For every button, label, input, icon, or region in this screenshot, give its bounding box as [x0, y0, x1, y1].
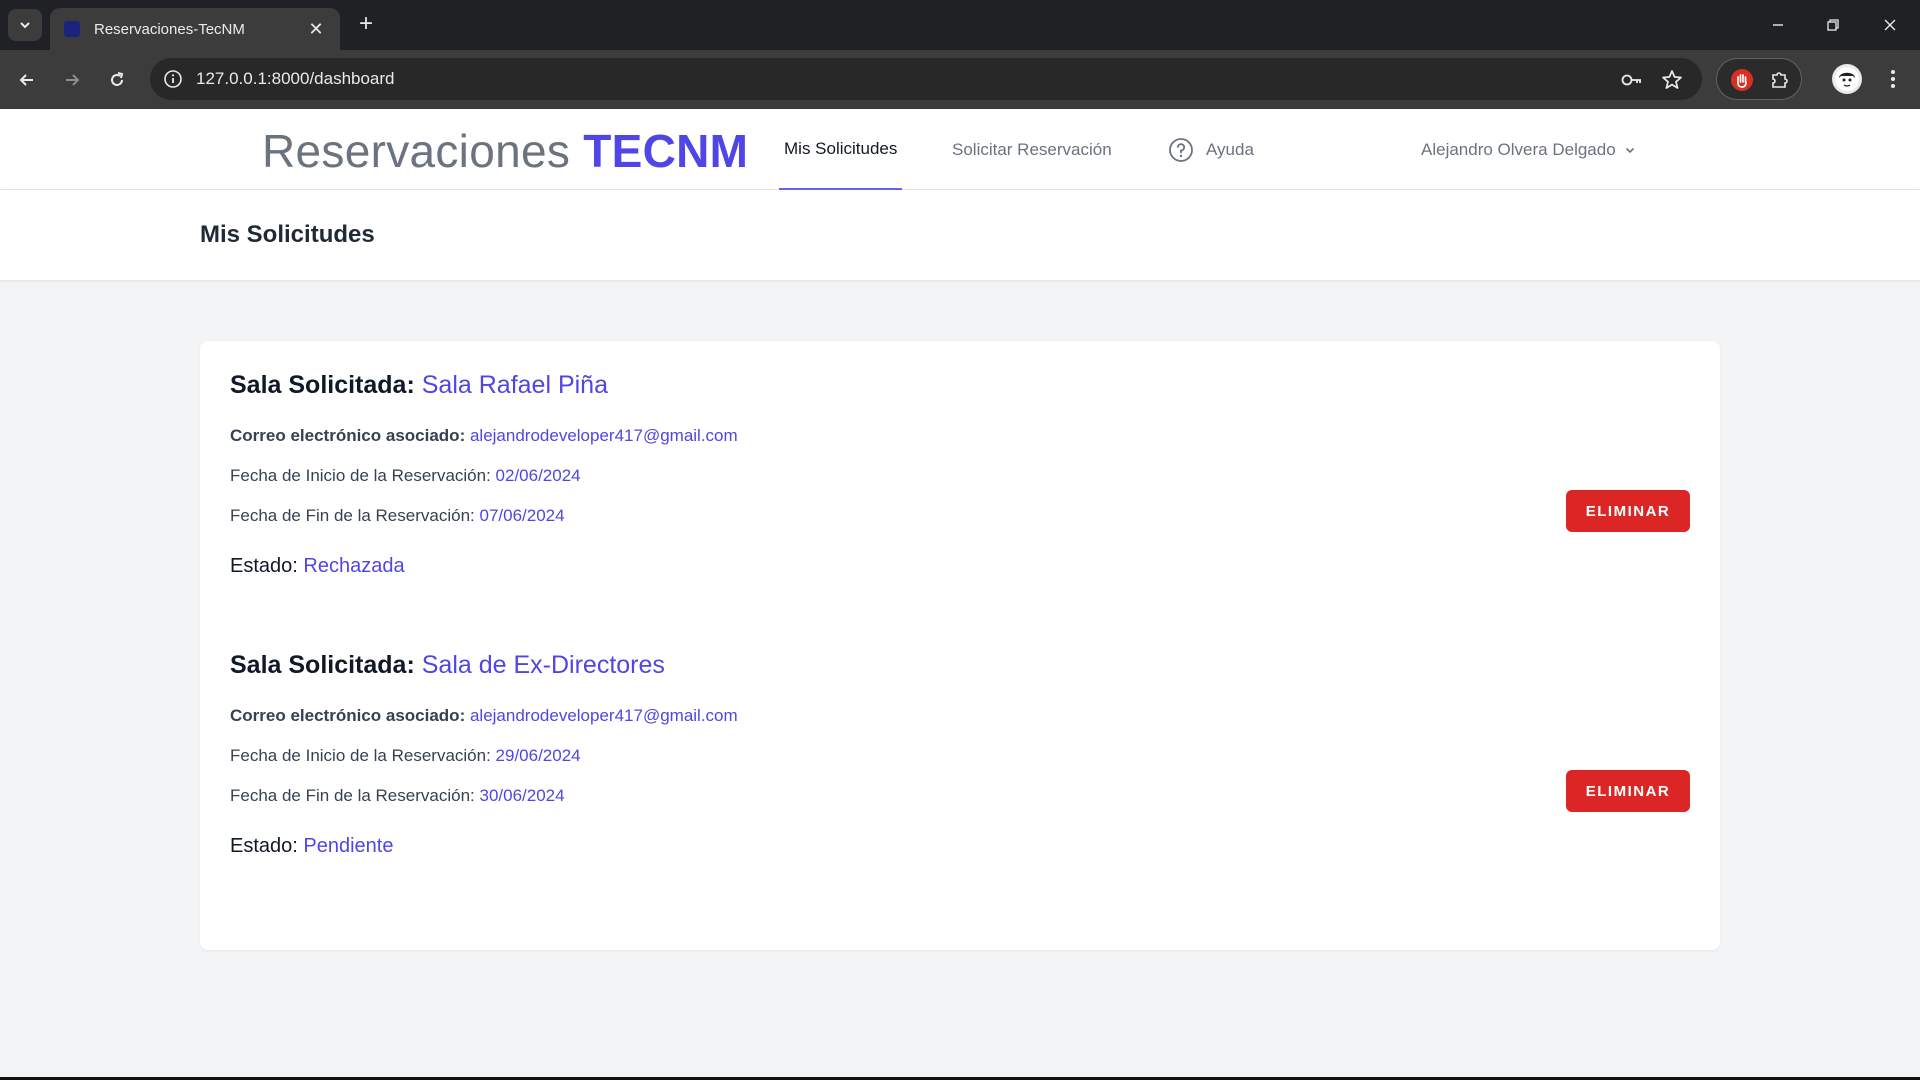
start-value: 02/06/2024: [495, 466, 581, 485]
profile-avatar-icon: [1835, 67, 1859, 91]
app-navbar: Reservaciones TECNM Mis Solicitudes Soli…: [0, 109, 1920, 190]
end-label: Fecha de Fin de la Reservación:: [230, 506, 475, 525]
request-item: Sala Solicitada: Sala Rafael Piña Correo…: [230, 371, 1690, 611]
delete-button[interactable]: ELIMINAR: [1566, 490, 1690, 532]
request-status: Estado: Rechazada: [230, 555, 405, 578]
email-label: Correo electrónico asociado:: [230, 706, 466, 725]
delete-button[interactable]: ELIMINAR: [1566, 770, 1690, 812]
address-bar[interactable]: 127.0.0.1:8000/dashboard: [150, 58, 1702, 100]
tab-search-button[interactable]: [8, 9, 42, 41]
arrow-left-icon: [19, 74, 33, 86]
minimize-button[interactable]: [1760, 12, 1796, 38]
request-start-date: Fecha de Inicio de la Reservación: 02/06…: [230, 466, 581, 486]
browser-tab-active[interactable]: Reservaciones-TecNM ✕: [50, 8, 340, 50]
key-icon[interactable]: [1618, 66, 1646, 94]
request-room: Sala Solicitada: Sala de Ex-Directores: [230, 651, 665, 680]
brand-prefix: Reservaciones: [262, 125, 584, 177]
request-end-date: Fecha de Fin de la Reservación: 30/06/20…: [230, 786, 565, 806]
user-menu[interactable]: Alejandro Olvera Delgado: [1421, 109, 1636, 190]
request-email: Correo electrónico asociado: alejandrode…: [230, 426, 738, 446]
url-text: 127.0.0.1:8000/dashboard: [196, 69, 395, 88]
back-button[interactable]: [10, 63, 44, 97]
chevron-down-icon: [20, 22, 30, 29]
request-end-date: Fecha de Fin de la Reservación: 07/06/20…: [230, 506, 565, 526]
end-label: Fecha de Fin de la Reservación:: [230, 786, 475, 805]
email-value: alejandrodeveloper417@gmail.com: [469, 706, 738, 725]
new-tab-button[interactable]: +: [352, 11, 380, 39]
end-value: 30/06/2024: [479, 786, 565, 805]
help-circle-icon: [1169, 137, 1193, 162]
restore-button[interactable]: [1815, 12, 1851, 38]
restore-icon: [1827, 19, 1839, 31]
start-label: Fecha de Inicio de la Reservación:: [230, 466, 491, 485]
status-label: Estado:: [230, 835, 298, 857]
extensions-group: [1716, 58, 1802, 100]
stop-hand-icon[interactable]: [1727, 65, 1757, 95]
room-label: Sala Solicitada:: [230, 651, 415, 679]
close-icon: [1884, 19, 1896, 31]
arrow-right-icon: [66, 74, 80, 86]
request-item: Sala Solicitada: Sala de Ex-Directores C…: [230, 651, 1690, 891]
close-window-button[interactable]: [1872, 12, 1908, 38]
room-name: Sala Rafael Piña: [421, 371, 608, 399]
nav-link-mis-solicitudes[interactable]: Mis Solicitudes: [779, 109, 903, 190]
email-label: Correo electrónico asociado:: [230, 426, 466, 445]
start-value: 29/06/2024: [495, 746, 581, 765]
reload-icon: [111, 72, 124, 86]
more-vertical-icon: [1891, 70, 1895, 88]
brand-accent: TECNM: [583, 125, 749, 177]
profile-avatar[interactable]: [1832, 64, 1862, 94]
tab-close-icon[interactable]: ✕: [306, 19, 326, 40]
nav-link-ayuda-label: Ayuda: [1206, 139, 1254, 159]
favicon-icon: [64, 21, 80, 37]
status-value: Rechazada: [303, 555, 405, 577]
room-name: Sala de Ex-Directores: [421, 651, 665, 679]
page-title: Mis Solicitudes: [200, 221, 375, 248]
end-value: 07/06/2024: [479, 506, 565, 525]
extensions-puzzle-icon[interactable]: [1765, 65, 1795, 95]
start-label: Fecha de Inicio de la Reservación:: [230, 746, 491, 765]
request-start-date: Fecha de Inicio de la Reservación: 29/06…: [230, 746, 581, 766]
nav-link-solicitar-reservacion[interactable]: Solicitar Reservación: [952, 109, 1112, 190]
request-room: Sala Solicitada: Sala Rafael Piña: [230, 371, 608, 400]
reload-button[interactable]: [100, 63, 134, 97]
browser-menu-button[interactable]: [1880, 64, 1906, 94]
minimize-icon: [1773, 24, 1783, 26]
browser-tabstrip: Reservaciones-TecNM ✕ +: [0, 0, 1920, 50]
chevron-down-icon: [1625, 147, 1634, 153]
nav-link-ayuda[interactable]: Ayuda: [1168, 109, 1254, 190]
room-label: Sala Solicitada:: [230, 371, 415, 399]
requests-card: Sala Solicitada: Sala Rafael Piña Correo…: [200, 341, 1720, 950]
forward-button[interactable]: [55, 63, 89, 97]
tab-title: Reservaciones-TecNM: [94, 20, 245, 38]
user-name: Alejandro Olvera Delgado: [1421, 139, 1616, 159]
browser-toolbar: 127.0.0.1:8000/dashboard: [0, 50, 1920, 109]
site-info-icon[interactable]: [162, 68, 184, 90]
page-header: Mis Solicitudes: [0, 190, 1920, 280]
request-email: Correo electrónico asociado: alejandrode…: [230, 706, 738, 726]
bookmark-star-icon[interactable]: [1658, 66, 1686, 94]
status-label: Estado:: [230, 555, 298, 577]
brand-logo[interactable]: Reservaciones TECNM: [262, 124, 748, 178]
request-status: Estado: Pendiente: [230, 835, 393, 858]
status-value: Pendiente: [303, 835, 394, 857]
email-value: alejandrodeveloper417@gmail.com: [469, 426, 738, 445]
